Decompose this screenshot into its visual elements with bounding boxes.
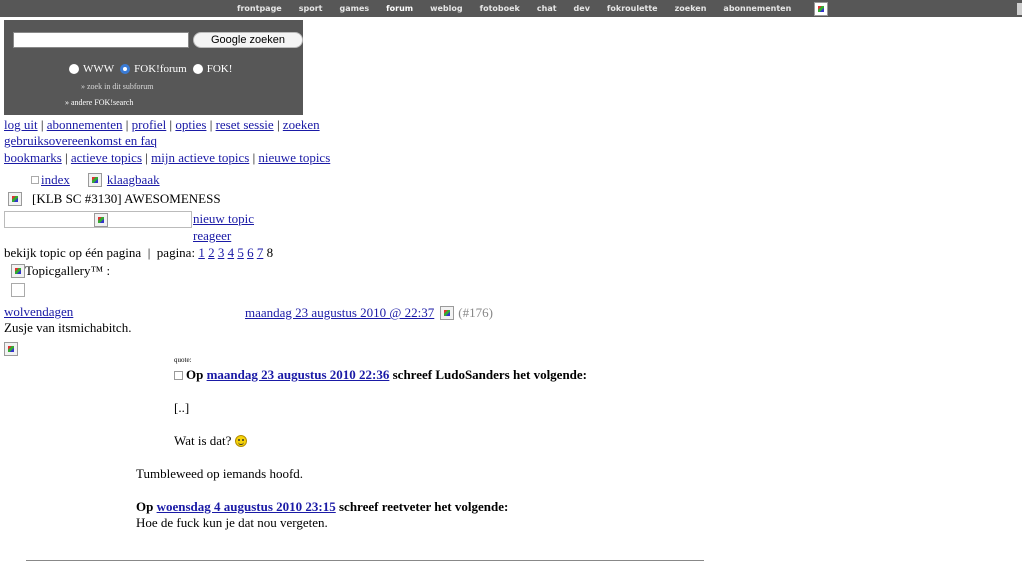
post-date-link[interactable]: maandag 23 augustus 2010 @ 22:37 — [245, 305, 434, 321]
nav-frontpage[interactable]: frontpage — [237, 4, 282, 13]
search-subforum-link[interactable]: » zoek in dit subforum — [81, 82, 153, 91]
post-number: (#176) — [458, 305, 493, 320]
top-right-tab[interactable] — [1017, 3, 1022, 15]
radio-fokforum-label: FOK!forum — [134, 63, 187, 75]
radio-fok-label: FOK! — [206, 63, 233, 75]
gallery-image-icon — [11, 264, 25, 278]
nav-sport[interactable]: sport — [299, 4, 323, 13]
topic-title: [KLB SC #3130] AWESOMENESS — [32, 191, 221, 206]
page-link[interactable]: 2 — [208, 245, 215, 260]
reply-link[interactable]: reageer — [193, 228, 231, 244]
current-page: 8 — [266, 245, 274, 260]
breadcrumb: index klaagbaak — [31, 172, 160, 188]
link-bookmarks[interactable]: bookmarks — [4, 150, 62, 165]
nav-weblog[interactable]: weblog — [430, 4, 463, 13]
gallery-thumbnail[interactable] — [11, 283, 25, 297]
topic-title-row: [KLB SC #3130] AWESOMENESS — [8, 191, 221, 207]
link-abonnementen[interactable]: abonnementen — [47, 117, 123, 132]
topic-gallery-label: Topicgallery™ : — [25, 263, 111, 278]
quote-2-text: Hoe de fuck kun je dat nou vergeten. — [136, 515, 328, 530]
nav-zoeken[interactable]: zoeken — [675, 4, 707, 13]
page-link[interactable]: 1 — [198, 245, 205, 260]
link-opties[interactable]: opties — [175, 117, 206, 132]
page-link[interactable]: 7 — [257, 245, 264, 260]
link-zoeken[interactable]: zoeken — [283, 117, 320, 132]
search-input[interactable] — [13, 32, 189, 48]
topic-image-icon — [8, 192, 22, 206]
page-link[interactable]: 4 — [228, 245, 235, 260]
avatar — [4, 342, 18, 356]
quote-2-header: Op woensdag 4 augustus 2010 23:15 schree… — [136, 499, 509, 514]
topic-gallery: Topicgallery™ : — [11, 263, 110, 279]
search-panel: Google zoeken WWW FOK!forum FOK! » zoek … — [4, 20, 303, 115]
quote-2-date-link[interactable]: woensdag 4 augustus 2010 23:15 — [157, 499, 336, 514]
jump-image-icon — [94, 213, 108, 227]
radio-fok-icon[interactable] — [192, 64, 203, 74]
link-gebruiksovereenkomst[interactable]: gebruiksovereenkomst en faq — [4, 133, 157, 148]
page-link[interactable]: 6 — [247, 245, 254, 260]
quote-label: quote: — [174, 356, 192, 364]
search-scope-options: WWW FOK!forum FOK! — [69, 63, 238, 75]
quote-1-inner[interactable]: [..] — [174, 400, 189, 416]
link-log-uit[interactable]: log uit — [4, 117, 38, 132]
quote-checkbox-icon[interactable] — [174, 371, 183, 380]
google-search-button[interactable]: Google zoeken — [193, 32, 303, 48]
radio-www-label: WWW — [83, 63, 115, 75]
link-nieuwe-topics[interactable]: nieuwe topics — [258, 150, 330, 165]
new-topic-link[interactable]: nieuw topic — [193, 211, 254, 227]
top-navigation-bar: frontpage sport games forum weblog fotob… — [0, 0, 1022, 17]
page-link[interactable]: 3 — [218, 245, 225, 260]
post-author[interactable]: wolvendagen — [4, 304, 73, 320]
nav-fokroulette[interactable]: fokroulette — [607, 4, 658, 13]
top-nav-links: frontpage sport games forum weblog fotob… — [237, 0, 808, 17]
nav-games[interactable]: games — [339, 4, 369, 13]
page-link[interactable]: 5 — [237, 245, 244, 260]
other-search-link[interactable]: » andere FOK!search — [65, 98, 133, 107]
link-profiel[interactable]: profiel — [132, 117, 167, 132]
forum-jump-select[interactable] — [4, 211, 192, 228]
nav-forum[interactable]: forum — [386, 4, 413, 13]
nav-chat[interactable]: chat — [537, 4, 557, 13]
post-action-icon[interactable] — [440, 306, 455, 320]
link-mijn-actieve-topics[interactable]: mijn actieve topics — [151, 150, 249, 165]
quote-1-header: Op maandag 23 augustus 2010 22:36 schree… — [174, 367, 587, 383]
breadcrumb-klaagbaak[interactable]: klaagbaak — [107, 172, 160, 188]
post-meta: maandag 23 augustus 2010 @ 22:37 (#176) — [245, 305, 493, 321]
broken-image-icon[interactable] — [814, 2, 828, 16]
index-bullet-icon — [31, 176, 39, 184]
nav-dev[interactable]: dev — [574, 4, 590, 13]
view-one-page-label[interactable]: bekijk topic op één pagina — [4, 245, 141, 260]
link-reset-sessie[interactable]: reset sessie — [216, 117, 274, 132]
post-reply-text: Tumbleweed op iemands hoofd. — [136, 466, 304, 481]
user-links-row-3: bookmarks | actieve topics | mijn actiev… — [4, 150, 331, 165]
radio-fokforum-icon[interactable] — [120, 64, 131, 74]
quote-1-text: Wat is dat? — [174, 433, 247, 449]
forum-image-icon — [87, 173, 102, 187]
user-links-row-1: log uit | abonnementen | profiel | optie… — [4, 117, 320, 132]
smiley-icon — [234, 435, 247, 447]
post-divider — [26, 560, 704, 561]
nav-fotoboek[interactable]: fotoboek — [480, 4, 520, 13]
pagination: bekijk topic op één pagina | pagina: 1 2… — [4, 245, 274, 260]
link-actieve-topics[interactable]: actieve topics — [71, 150, 142, 165]
breadcrumb-index[interactable]: index — [41, 172, 70, 188]
nav-abonnementen[interactable]: abonnementen — [723, 4, 791, 13]
radio-www-icon[interactable] — [69, 64, 79, 74]
post-author-subtitle: Zusje van itsmichabitch. — [4, 320, 132, 335]
quote-1-date-link[interactable]: maandag 23 augustus 2010 22:36 — [207, 367, 390, 382]
pages-label: pagina: — [156, 245, 196, 260]
user-links-row-2: gebruiksovereenkomst en faq — [4, 133, 157, 149]
